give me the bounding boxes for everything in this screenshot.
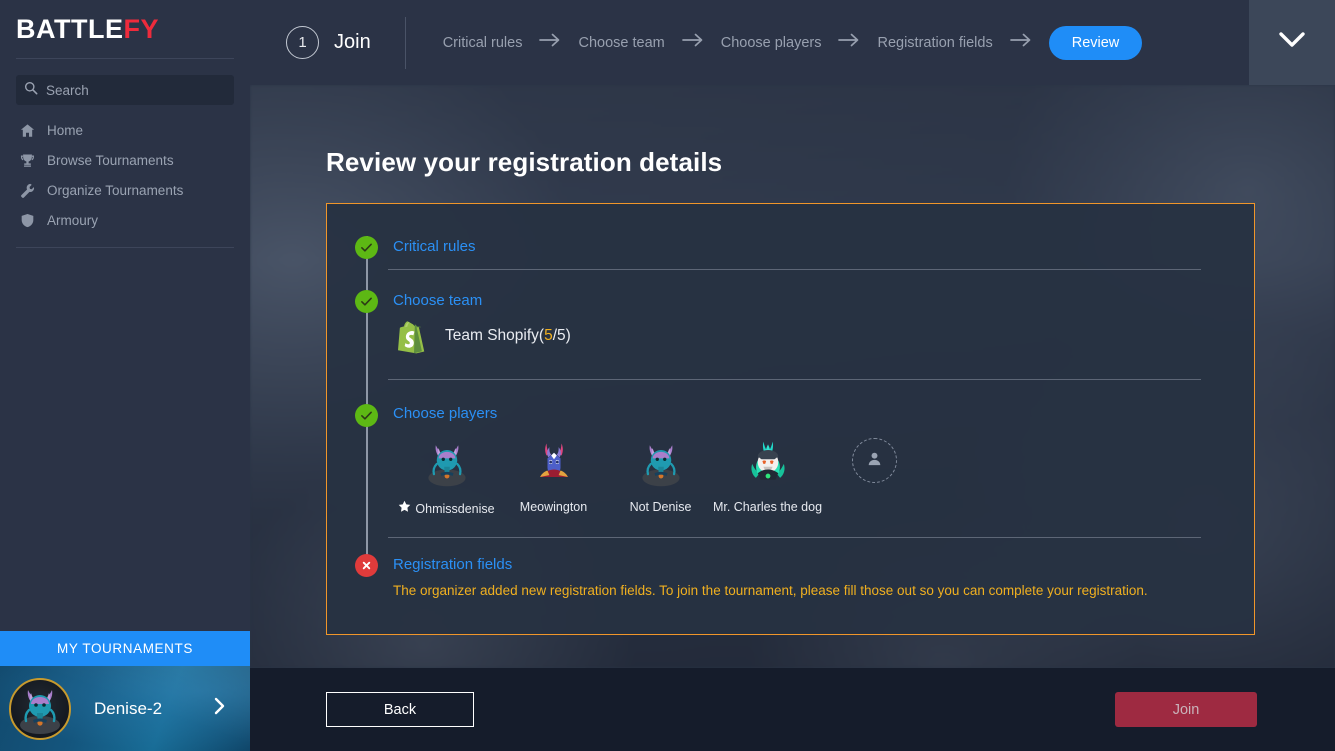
section-title-registration-fields[interactable]: Registration fields bbox=[393, 556, 512, 573]
timeline-rail bbox=[366, 236, 368, 566]
sidebar-item-organize-tournaments[interactable]: Organize Tournaments bbox=[0, 175, 250, 205]
sidebar-item-armoury[interactable]: Armoury bbox=[0, 205, 250, 235]
arrow-right-icon bbox=[681, 33, 704, 52]
profile-card[interactable]: Denise-2 bbox=[0, 666, 250, 751]
sidebar-item-label: Organize Tournaments bbox=[47, 182, 184, 198]
player-avatar bbox=[741, 436, 795, 490]
header-collapse-button[interactable] bbox=[1249, 0, 1335, 85]
wrench-icon bbox=[20, 183, 38, 198]
avatar bbox=[9, 677, 71, 740]
step-number: 1 bbox=[286, 26, 319, 59]
arrow-right-icon bbox=[1009, 33, 1032, 52]
back-button[interactable]: Back bbox=[326, 692, 474, 727]
breadcrumb-item-critical-rules[interactable]: Critical rules bbox=[443, 35, 523, 51]
section-divider bbox=[388, 379, 1201, 380]
my-tournaments-button[interactable]: MY TOURNAMENTS bbox=[0, 631, 250, 666]
registration-warning-message: The organizer added new registration fie… bbox=[393, 583, 1148, 598]
sidebar-item-label: Armoury bbox=[47, 212, 99, 228]
breadcrumb-item-choose-players[interactable]: Choose players bbox=[721, 35, 822, 51]
player-avatar bbox=[527, 436, 581, 490]
header: 1 Join Critical rules Choose team Choose… bbox=[250, 0, 1335, 85]
players-row: Ohmissdenise Meowington Not Denise Mr. C… bbox=[393, 436, 928, 518]
player-slot[interactable]: Mr. Charles the dog bbox=[712, 436, 823, 514]
section-divider bbox=[388, 269, 1201, 270]
player-avatar bbox=[420, 436, 474, 490]
review-card: Critical rules Choose team Team Shopify(… bbox=[326, 203, 1255, 635]
team-count-close: ) bbox=[565, 327, 571, 344]
person-add-icon bbox=[865, 449, 884, 473]
sidebar-nav: Home Browse Tournaments Organize Tournam… bbox=[0, 115, 250, 235]
step-badge: 1 Join bbox=[286, 26, 371, 59]
player-slot[interactable]: Ohmissdenise bbox=[393, 436, 500, 518]
sidebar-item-browse-tournaments[interactable]: Browse Tournaments bbox=[0, 145, 250, 175]
brand-logo[interactable]: BATTLE FY bbox=[0, 0, 250, 58]
sidebar-divider-top bbox=[16, 58, 234, 59]
team-label: Team Shopify bbox=[445, 327, 539, 344]
join-button[interactable]: Join bbox=[1115, 692, 1257, 727]
shield-icon bbox=[20, 213, 38, 228]
breadcrumb: Critical rules Choose team Choose player… bbox=[443, 25, 1143, 60]
sidebar-divider-bottom bbox=[16, 247, 234, 248]
brand-name-main: BATTLE bbox=[16, 13, 124, 44]
team-count-used: 5 bbox=[544, 327, 553, 344]
footer-bar: Back Join bbox=[250, 668, 1335, 751]
empty-player-slot[interactable] bbox=[821, 436, 928, 483]
search-icon bbox=[24, 81, 38, 100]
section-divider bbox=[388, 537, 1201, 538]
chevron-right-icon[interactable] bbox=[214, 697, 226, 720]
team-name: Team Shopify(5/5) bbox=[445, 327, 571, 345]
home-icon bbox=[20, 123, 38, 138]
breadcrumb-item-review[interactable]: Review bbox=[1048, 25, 1143, 60]
player-name: Ohmissdenise bbox=[415, 502, 495, 516]
check-circle-icon bbox=[355, 404, 378, 427]
trophy-icon bbox=[20, 153, 38, 168]
player-slot[interactable]: Not Denise bbox=[607, 436, 714, 514]
breadcrumb-item-registration-fields[interactable]: Registration fields bbox=[877, 35, 992, 51]
player-name: Meowington bbox=[519, 500, 588, 514]
brand-name-accent: FY bbox=[123, 13, 159, 44]
sidebar-item-label: Browse Tournaments bbox=[47, 152, 174, 168]
sidebar-item-label: Home bbox=[47, 122, 84, 138]
section-title-critical-rules[interactable]: Critical rules bbox=[393, 238, 476, 255]
search-box[interactable] bbox=[16, 75, 234, 105]
check-circle-icon bbox=[355, 236, 378, 259]
page-title: Review your registration details bbox=[326, 147, 723, 177]
arrow-right-icon bbox=[838, 33, 860, 52]
arrow-right-icon bbox=[539, 33, 561, 52]
header-separator bbox=[404, 16, 406, 69]
check-circle-icon bbox=[355, 290, 378, 313]
team-row[interactable]: Team Shopify(5/5) bbox=[393, 316, 571, 356]
player-name: Mr. Charles the dog bbox=[712, 500, 823, 514]
sidebar: BATTLEFY Home Bro bbox=[0, 0, 250, 751]
section-title-choose-team[interactable]: Choose team bbox=[393, 292, 482, 309]
sidebar-item-home[interactable]: Home bbox=[0, 115, 250, 145]
player-name: Not Denise bbox=[629, 500, 692, 514]
breadcrumb-item-choose-team[interactable]: Choose team bbox=[578, 35, 664, 51]
player-slot[interactable]: Meowington bbox=[500, 436, 607, 514]
search-input[interactable] bbox=[46, 82, 226, 98]
shopify-logo bbox=[393, 316, 433, 356]
chevron-down-icon bbox=[1278, 31, 1306, 54]
section-title-choose-players[interactable]: Choose players bbox=[393, 405, 497, 422]
player-avatar bbox=[634, 436, 688, 490]
app-root: BATTLEFY Home Bro bbox=[0, 0, 1335, 751]
profile-name: Denise-2 bbox=[94, 698, 163, 718]
x-circle-icon bbox=[355, 554, 378, 577]
star-icon bbox=[398, 500, 411, 518]
add-player-button[interactable] bbox=[852, 438, 897, 483]
main-content: Review your registration details Critica… bbox=[250, 85, 1335, 668]
team-count-total: 5 bbox=[557, 327, 566, 344]
page-step-title: Join bbox=[334, 31, 371, 53]
